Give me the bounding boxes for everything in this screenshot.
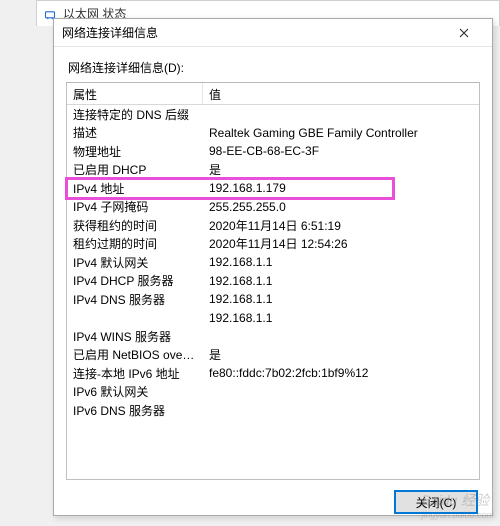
table-row[interactable]: IPv4 DNS 服务器192.168.1.1 [67, 290, 479, 309]
value-cell: 98-EE-CB-68-EC-3F [203, 144, 479, 158]
table-row[interactable]: IPv6 DNS 服务器 [67, 401, 479, 420]
property-cell: 获得租约的时间 [67, 217, 203, 234]
column-property[interactable]: 属性 [67, 83, 203, 104]
table-row[interactable]: 描述Realtek Gaming GBE Family Controller [67, 124, 479, 143]
dialog-title: 网络连接详细信息 [62, 24, 444, 41]
value-cell: 192.168.1.1 [203, 255, 479, 269]
dialog-titlebar: 网络连接详细信息 [54, 19, 492, 47]
table-row[interactable]: IPv4 WINS 服务器 [67, 327, 479, 346]
column-value[interactable]: 值 [203, 83, 479, 104]
property-cell: IPv4 WINS 服务器 [67, 328, 203, 345]
value-cell: 2020年11月14日 6:51:19 [203, 217, 479, 234]
value-cell: 192.168.1.1 [203, 292, 479, 306]
close-button[interactable]: 关闭(C) [394, 490, 478, 514]
network-details-dialog: 网络连接详细信息 网络连接详细信息(D): 属性 值 连接特定的 DNS 后缀描… [53, 18, 493, 516]
property-cell: 描述 [67, 124, 203, 141]
value-cell: 2020年11月14日 12:54:26 [203, 235, 479, 252]
details-table: 属性 值 连接特定的 DNS 后缀描述Realtek Gaming GBE Fa… [66, 82, 480, 480]
value-cell: 192.168.1.1 [203, 311, 479, 325]
table-row[interactable]: 连接特定的 DNS 后缀 [67, 105, 479, 124]
value-cell: 192.168.1.1 [203, 274, 479, 288]
table-row[interactable]: IPv4 DHCP 服务器192.168.1.1 [67, 272, 479, 291]
value-cell: 是 [203, 161, 479, 178]
value-cell: 255.255.255.0 [203, 200, 479, 214]
property-cell: IPv6 默认网关 [67, 383, 203, 400]
close-icon[interactable] [444, 19, 484, 47]
table-row[interactable]: 192.168.1.1 [67, 309, 479, 328]
table-row[interactable]: 物理地址98-EE-CB-68-EC-3F [67, 142, 479, 161]
table-row[interactable]: IPv4 地址192.168.1.179 [67, 179, 479, 198]
value-cell: 是 [203, 346, 479, 363]
property-cell: IPv4 默认网关 [67, 254, 203, 271]
table-row[interactable]: 连接-本地 IPv6 地址fe80::fddc:7b02:2fcb:1bf9%1… [67, 364, 479, 383]
table-row[interactable]: IPv6 默认网关 [67, 383, 479, 402]
value-cell: 192.168.1.179 [203, 181, 479, 195]
property-cell: IPv4 子网掩码 [67, 198, 203, 215]
property-cell: 租约过期的时间 [67, 235, 203, 252]
button-row: 关闭(C) [66, 490, 480, 514]
table-row[interactable]: 已启用 DHCP是 [67, 161, 479, 180]
table-row[interactable]: 已启用 NetBIOS over Tc...是 [67, 346, 479, 365]
table-row[interactable]: IPv4 默认网关192.168.1.1 [67, 253, 479, 272]
property-cell: IPv4 DHCP 服务器 [67, 272, 203, 289]
list-label: 网络连接详细信息(D): [68, 59, 480, 76]
table-row[interactable]: 租约过期的时间2020年11月14日 12:54:26 [67, 235, 479, 254]
value-cell: Realtek Gaming GBE Family Controller [203, 126, 479, 140]
table-header: 属性 值 [67, 83, 479, 105]
property-cell: 连接-本地 IPv6 地址 [67, 365, 203, 382]
table-row[interactable]: IPv4 子网掩码255.255.255.0 [67, 198, 479, 217]
property-cell: IPv4 地址 [67, 180, 203, 197]
property-cell: IPv4 DNS 服务器 [67, 291, 203, 308]
property-cell: 连接特定的 DNS 后缀 [67, 106, 203, 123]
property-cell: 已启用 DHCP [67, 161, 203, 178]
value-cell: fe80::fddc:7b02:2fcb:1bf9%12 [203, 366, 479, 380]
dialog-body: 网络连接详细信息(D): 属性 值 连接特定的 DNS 后缀描述Realtek … [54, 47, 492, 526]
property-cell: IPv6 DNS 服务器 [67, 402, 203, 419]
table-row[interactable]: 获得租约的时间2020年11月14日 6:51:19 [67, 216, 479, 235]
property-cell: 已启用 NetBIOS over Tc... [67, 346, 203, 363]
property-cell: 物理地址 [67, 143, 203, 160]
